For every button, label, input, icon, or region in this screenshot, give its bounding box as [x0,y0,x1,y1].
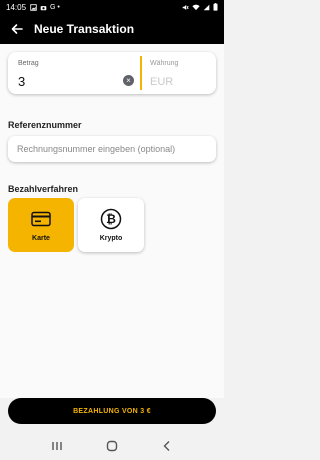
amount-input[interactable]: 3 [18,74,25,89]
reference-section-title: Referenznummer [8,120,82,130]
battery-icon [213,3,218,11]
reference-input[interactable]: Rechnungsnummer eingeben (optional) [8,136,216,162]
status-time: 14:05 [6,2,27,12]
app-bar: Neue Transaktion [0,14,224,44]
currency-label: Währung [150,60,179,67]
back-arrow-icon[interactable] [8,20,26,38]
credit-card-icon [30,208,52,230]
status-right-icons [182,3,218,11]
recent-apps-icon[interactable] [47,438,67,454]
payment-method-title: Bezahlverfahren [8,184,79,194]
clear-icon[interactable]: × [123,75,134,86]
camera-icon [40,5,47,10]
status-bar: 14:05 G • [0,0,224,14]
amount-card: Betrag 3 × Währung EUR [8,52,216,94]
payment-option-crypto[interactable]: ₿ Krypto [78,198,144,252]
payment-option-card[interactable]: Karte [8,198,74,252]
gallery-icon [30,3,37,11]
back-nav-icon[interactable] [157,438,177,454]
bottom-area: BEZAHLUNG VON 3 € [0,398,224,460]
mute-icon [182,4,189,10]
amount-divider [140,56,142,90]
currency-field[interactable]: EUR [150,76,173,88]
page-title: Neue Transaktion [34,22,135,36]
system-nav-bar [0,434,224,458]
payment-option-label: Karte [32,235,50,242]
payment-option-label: Krypto [99,235,123,242]
signal-icon [203,4,210,10]
bitcoin-icon: ₿ [100,208,122,230]
wifi-icon [192,4,200,10]
status-notification-glyphs: G • [50,3,60,11]
svg-text:₿: ₿ [106,212,116,226]
status-notification-icons: G • [30,4,60,11]
home-icon[interactable] [102,438,122,454]
pay-button[interactable]: BEZAHLUNG VON 3 € [8,398,216,424]
amount-label: Betrag [18,60,39,67]
transaction-form: Betrag 3 × Währung EUR Referenznummer Re… [0,44,224,398]
